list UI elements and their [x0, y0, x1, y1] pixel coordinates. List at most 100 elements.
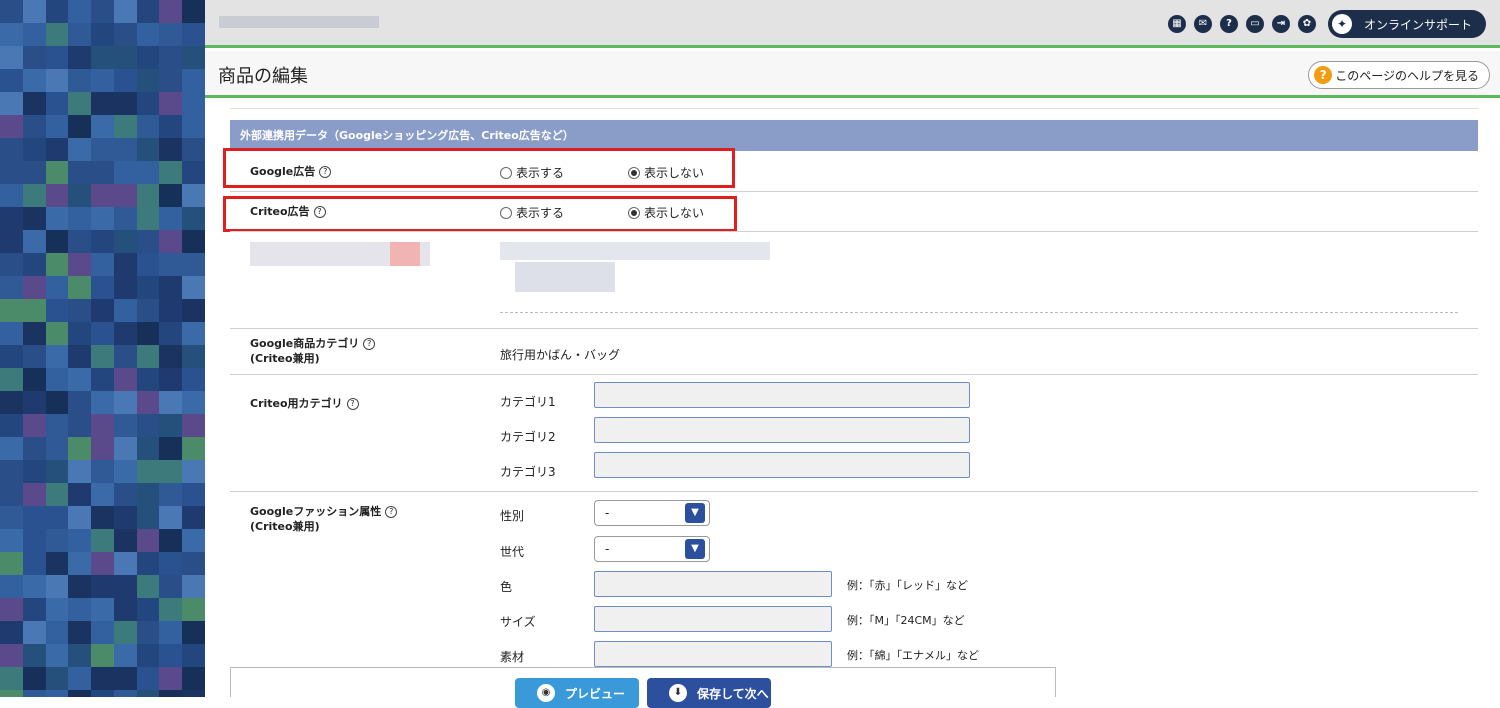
size-label: サイズ [500, 615, 536, 629]
sidebar-pixel [0, 92, 23, 115]
sidebar-pixel [45, 92, 69, 115]
sidebar-pixel [45, 276, 69, 299]
sidebar-pixel [45, 184, 69, 207]
gender-label: 性別 [500, 509, 525, 523]
sidebar-pixel [113, 299, 137, 322]
sidebar-pixel [0, 322, 23, 345]
chevron-down-icon[interactable]: ▼ [685, 503, 705, 523]
sidebar-pixel [91, 115, 114, 138]
calculator-icon[interactable]: ▦ [1167, 15, 1186, 33]
sidebar-pixel [91, 138, 114, 161]
sidebar-pixel [91, 161, 114, 184]
blurred-shop-name [219, 16, 379, 28]
sidebar-pixel [159, 184, 183, 207]
sidebar-pixel [68, 345, 92, 368]
sidebar-pixel [68, 621, 92, 644]
sidebar-pixel [113, 437, 137, 460]
sidebar-pixel [0, 138, 23, 161]
sidebar-pixel [22, 207, 46, 230]
sidebar-pixel [182, 391, 205, 414]
sidebar-pixel [136, 207, 160, 230]
help-icon[interactable]: ? [1219, 15, 1238, 33]
category3-input[interactable] [594, 452, 970, 478]
sidebar-pixel [68, 46, 92, 69]
page-help-button[interactable]: ? このページのヘルプを見る [1308, 61, 1490, 89]
color-input[interactable] [594, 571, 832, 597]
sidebar-pixel [0, 0, 23, 23]
sidebar-pixel [182, 69, 205, 92]
sidebar-pixel [159, 92, 183, 115]
sidebar-pixel [45, 322, 69, 345]
gender-select[interactable]: - ▼ [594, 500, 710, 526]
sidebar-pixel [45, 460, 69, 483]
mail-icon[interactable]: ✉ [1193, 15, 1212, 33]
sidebar-pixel [68, 138, 92, 161]
sidebar-pixel [182, 598, 205, 621]
sidebar-pixel [68, 483, 92, 506]
sidebar-pixel [113, 138, 137, 161]
save-next-button[interactable]: ⬇ 保存して次へ [647, 678, 771, 708]
sidebar-pixel [91, 23, 114, 46]
sidebar-pixel [136, 230, 160, 253]
sidebar-pixel [113, 207, 137, 230]
sidebar-pixel [136, 391, 160, 414]
sidebar-pixel [22, 529, 46, 552]
sidebar-pixel [182, 92, 205, 115]
logout-icon[interactable]: ⇥ [1271, 15, 1290, 33]
category2-input[interactable] [594, 417, 970, 443]
settings-icon[interactable]: ✿ [1297, 15, 1316, 33]
sidebar-pixel [182, 253, 205, 276]
sidebar-pixel [159, 506, 183, 529]
help-circle-icon[interactable]: ? [363, 338, 376, 350]
online-support-label: オンラインサポート [1363, 17, 1472, 32]
material-input[interactable] [594, 641, 832, 667]
sidebar-pixel [68, 92, 92, 115]
category1-input[interactable] [594, 382, 970, 408]
sidebar-pixel [22, 299, 46, 322]
fashion-attr-label-text: Googleファッション属性 [250, 505, 382, 518]
sidebar-pixel [182, 230, 205, 253]
online-support-button[interactable]: ✦ オンラインサポート [1327, 10, 1486, 38]
sidebar-pixel [91, 230, 114, 253]
sidebar-pixel [136, 92, 160, 115]
sidebar-pixel [91, 276, 114, 299]
sidebar-pixel [159, 552, 183, 575]
sidebar-pixel [22, 276, 46, 299]
chat-icon[interactable]: ▭ [1245, 15, 1264, 33]
sidebar-pixel [136, 276, 160, 299]
sidebar-pixel [45, 0, 69, 23]
size-input[interactable] [594, 606, 832, 632]
sidebar-pixel [68, 0, 92, 23]
sidebar-pixel [68, 322, 92, 345]
sidebar-pixel [159, 460, 183, 483]
sidebar-pixel [113, 23, 137, 46]
chevron-down-icon[interactable]: ▼ [685, 539, 705, 559]
sidebar-pixel [0, 667, 23, 690]
sidebar-pixel [45, 230, 69, 253]
sidebar-pixel [182, 322, 205, 345]
sidebar-pixel [68, 667, 92, 690]
sidebar-pixel [22, 368, 46, 391]
age-select[interactable]: - ▼ [594, 536, 710, 562]
sidebar-pixel [113, 690, 137, 697]
sidebar-pixel [136, 575, 160, 598]
sidebar-pixel [91, 92, 114, 115]
sidebar-pixel [0, 414, 23, 437]
sidebar-pixel [68, 529, 92, 552]
sidebar-pixel [159, 575, 183, 598]
sidebar-pixel [22, 69, 46, 92]
sidebar-pixel [136, 368, 160, 391]
sidebar-pixel [136, 483, 160, 506]
sidebar-pixel [159, 46, 183, 69]
help-circle-icon[interactable]: ? [346, 398, 359, 410]
sidebar-pixel [136, 598, 160, 621]
preview-button[interactable]: ◉ プレビュー [515, 678, 639, 708]
sidebar-pixel [68, 115, 92, 138]
sidebar-pixel [182, 506, 205, 529]
sidebar-pixel [113, 667, 137, 690]
help-circle-icon[interactable]: ? [385, 506, 398, 518]
sidebar-pixel [136, 667, 160, 690]
sidebar-pixel [113, 276, 137, 299]
sidebar-pixel [0, 437, 23, 460]
sidebar-pixel [91, 69, 114, 92]
